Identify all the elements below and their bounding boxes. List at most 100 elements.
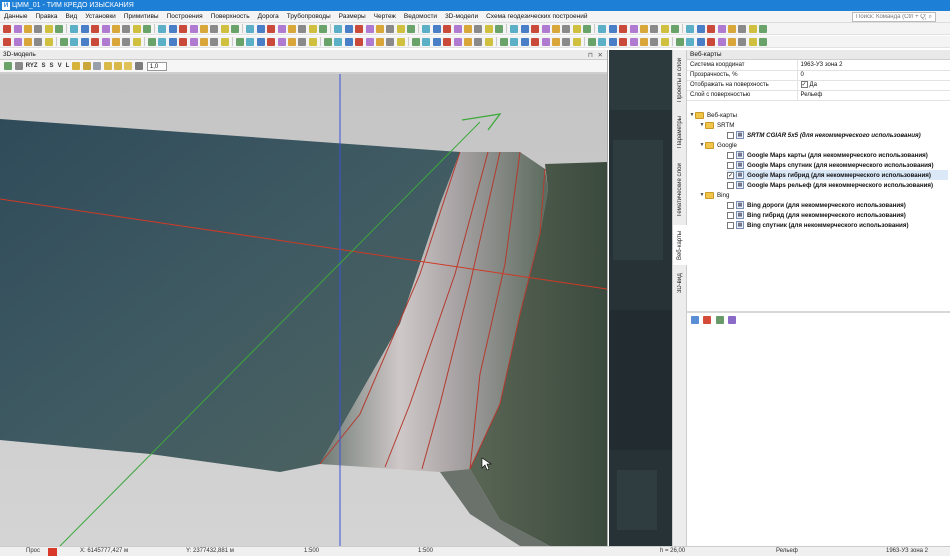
tb1-tool-icon-34[interactable] xyxy=(365,24,374,33)
tb1-tool-icon-47[interactable] xyxy=(510,24,519,33)
tb1-tool-icon-46[interactable] xyxy=(495,24,504,33)
tb2-tool-icon-37[interactable] xyxy=(396,37,405,46)
tb1-tool-icon-62[interactable] xyxy=(671,24,680,33)
property-row[interactable]: Прозрачность, % 0 xyxy=(687,70,950,81)
layer-icon-6[interactable] xyxy=(124,62,133,70)
tb2-tool-icon-34[interactable] xyxy=(365,37,374,46)
tb1-tool-icon-41[interactable] xyxy=(443,24,452,33)
tb2-tool-icon-40[interactable] xyxy=(432,37,441,46)
s-button-1[interactable]: S xyxy=(42,63,46,69)
tb1-tool-icon-68[interactable] xyxy=(738,24,747,33)
tb1-tool-icon-29[interactable] xyxy=(308,24,317,33)
tree-node-bing[interactable]: ▼ Bing xyxy=(699,190,729,200)
tb2-tool-icon-66[interactable] xyxy=(717,37,726,46)
tab-web-maps[interactable]: Веб-карты xyxy=(673,225,687,265)
tb2-tool-icon-57[interactable] xyxy=(619,37,628,46)
s-button-2[interactable]: S xyxy=(50,63,54,69)
properties-icon[interactable] xyxy=(727,316,736,324)
tb1-tool-icon-22[interactable] xyxy=(231,24,240,33)
tb2-tool-icon-2[interactable] xyxy=(13,37,22,46)
tb1-tool-icon-4[interactable] xyxy=(34,24,43,33)
layer-checkbox[interactable] xyxy=(727,221,734,229)
tb1-tool-icon-26[interactable] xyxy=(277,24,286,33)
tb2-tool-icon-45[interactable] xyxy=(484,37,493,46)
tb1-tool-icon-50[interactable] xyxy=(541,24,550,33)
tb1-tool-icon-6[interactable] xyxy=(55,24,64,33)
tb1-tool-icon-42[interactable] xyxy=(453,24,462,33)
tb2-tool-icon-59[interactable] xyxy=(639,37,648,46)
tb1-tool-icon-57[interactable] xyxy=(619,24,628,33)
tb2-tool-icon-20[interactable] xyxy=(210,37,219,46)
tb2-tool-icon-22[interactable] xyxy=(236,37,245,46)
tb1-tool-icon-37[interactable] xyxy=(396,24,405,33)
tb2-tool-icon-14[interactable] xyxy=(148,37,157,46)
menu-view[interactable]: Вид xyxy=(61,13,81,20)
menu-geodetic-scheme[interactable]: Схема геодезических построений xyxy=(482,13,591,20)
tb1-tool-icon-2[interactable] xyxy=(13,24,22,33)
tb2-tool-icon-12[interactable] xyxy=(122,37,131,46)
tb1-tool-icon-49[interactable] xyxy=(531,24,540,33)
tb1-tool-icon-31[interactable] xyxy=(334,24,343,33)
tb2-tool-icon-50[interactable] xyxy=(541,37,550,46)
tb2-tool-icon-49[interactable] xyxy=(531,37,540,46)
tb1-tool-icon-35[interactable] xyxy=(375,24,384,33)
tb1-tool-icon-23[interactable] xyxy=(246,24,255,33)
tb1-tool-icon-63[interactable] xyxy=(686,24,695,33)
3d-scene-viewport[interactable] xyxy=(0,74,607,546)
menu-pipelines[interactable]: Трубопроводы xyxy=(283,13,335,20)
command-search[interactable]: ⌕ xyxy=(852,12,936,22)
tb1-tool-icon-67[interactable] xyxy=(727,24,736,33)
tb1-tool-icon-69[interactable] xyxy=(748,24,757,33)
tb1-tool-icon-40[interactable] xyxy=(432,24,441,33)
tb2-tool-icon-53[interactable] xyxy=(572,37,581,46)
tb1-tool-icon-52[interactable] xyxy=(562,24,571,33)
tree-node-web-maps[interactable]: ▼ Веб-карты xyxy=(689,110,737,120)
layer-checkbox[interactable] xyxy=(727,151,734,159)
pan-icon[interactable] xyxy=(14,62,23,70)
tb1-tool-icon-14[interactable] xyxy=(143,24,152,33)
tb1-tool-icon-51[interactable] xyxy=(551,24,560,33)
tb1-tool-icon-9[interactable] xyxy=(91,24,100,33)
tb1-tool-icon-33[interactable] xyxy=(355,24,364,33)
layer-icon-2[interactable] xyxy=(82,62,91,70)
menu-constructions[interactable]: Построения xyxy=(163,13,207,20)
tb1-tool-icon-18[interactable] xyxy=(189,24,198,33)
tb2-tool-icon-17[interactable] xyxy=(179,37,188,46)
tb2-tool-icon-1[interactable] xyxy=(3,37,12,46)
close-icon[interactable]: ✕ xyxy=(598,51,603,59)
tb1-tool-icon-27[interactable] xyxy=(287,24,296,33)
menu-3d-models[interactable]: 3D-модели xyxy=(441,13,482,20)
show-on-surface-checkbox[interactable]: ✓ xyxy=(800,81,808,89)
tb2-tool-icon-65[interactable] xyxy=(707,37,716,46)
tb1-tool-icon-44[interactable] xyxy=(474,24,483,33)
tb1-tool-icon-7[interactable] xyxy=(70,24,79,33)
tree-item-google-terrain[interactable]: ▦ Google Maps рельеф (для некоммерческог… xyxy=(727,180,933,190)
tb1-tool-icon-58[interactable] xyxy=(629,24,638,33)
layer-icon-1[interactable] xyxy=(72,62,81,70)
tb1-tool-icon-39[interactable] xyxy=(422,24,431,33)
tb2-tool-icon-26[interactable] xyxy=(277,37,286,46)
menu-road[interactable]: Дорога xyxy=(254,13,283,20)
tb2-tool-icon-33[interactable] xyxy=(355,37,364,46)
tb1-tool-icon-65[interactable] xyxy=(707,24,716,33)
tb1-tool-icon-66[interactable] xyxy=(717,24,726,33)
tree-node-google[interactable]: ▼ Google xyxy=(699,140,737,150)
tb1-tool-icon-28[interactable] xyxy=(298,24,307,33)
tree-item-google-satellite[interactable]: ▦ Google Maps спутник (для некоммерческо… xyxy=(727,160,934,170)
tb2-tool-icon-38[interactable] xyxy=(412,37,421,46)
tb2-tool-icon-8[interactable] xyxy=(80,37,89,46)
tb1-tool-icon-64[interactable] xyxy=(696,24,705,33)
tb1-tool-icon-38[interactable] xyxy=(407,24,416,33)
tb2-tool-icon-43[interactable] xyxy=(463,37,472,46)
rotate-icon[interactable] xyxy=(4,62,13,70)
tb2-tool-icon-46[interactable] xyxy=(500,37,509,46)
tb1-tool-icon-59[interactable] xyxy=(639,24,648,33)
panel-splitter[interactable] xyxy=(687,311,950,313)
layer-icon-3[interactable] xyxy=(93,62,102,70)
tb1-tool-icon-53[interactable] xyxy=(572,24,581,33)
tb2-tool-icon-70[interactable] xyxy=(759,37,768,46)
tb1-tool-icon-36[interactable] xyxy=(386,24,395,33)
menu-drawing[interactable]: Чертеж xyxy=(370,13,400,20)
tb1-tool-icon-10[interactable] xyxy=(101,24,110,33)
tb1-tool-icon-70[interactable] xyxy=(759,24,768,33)
